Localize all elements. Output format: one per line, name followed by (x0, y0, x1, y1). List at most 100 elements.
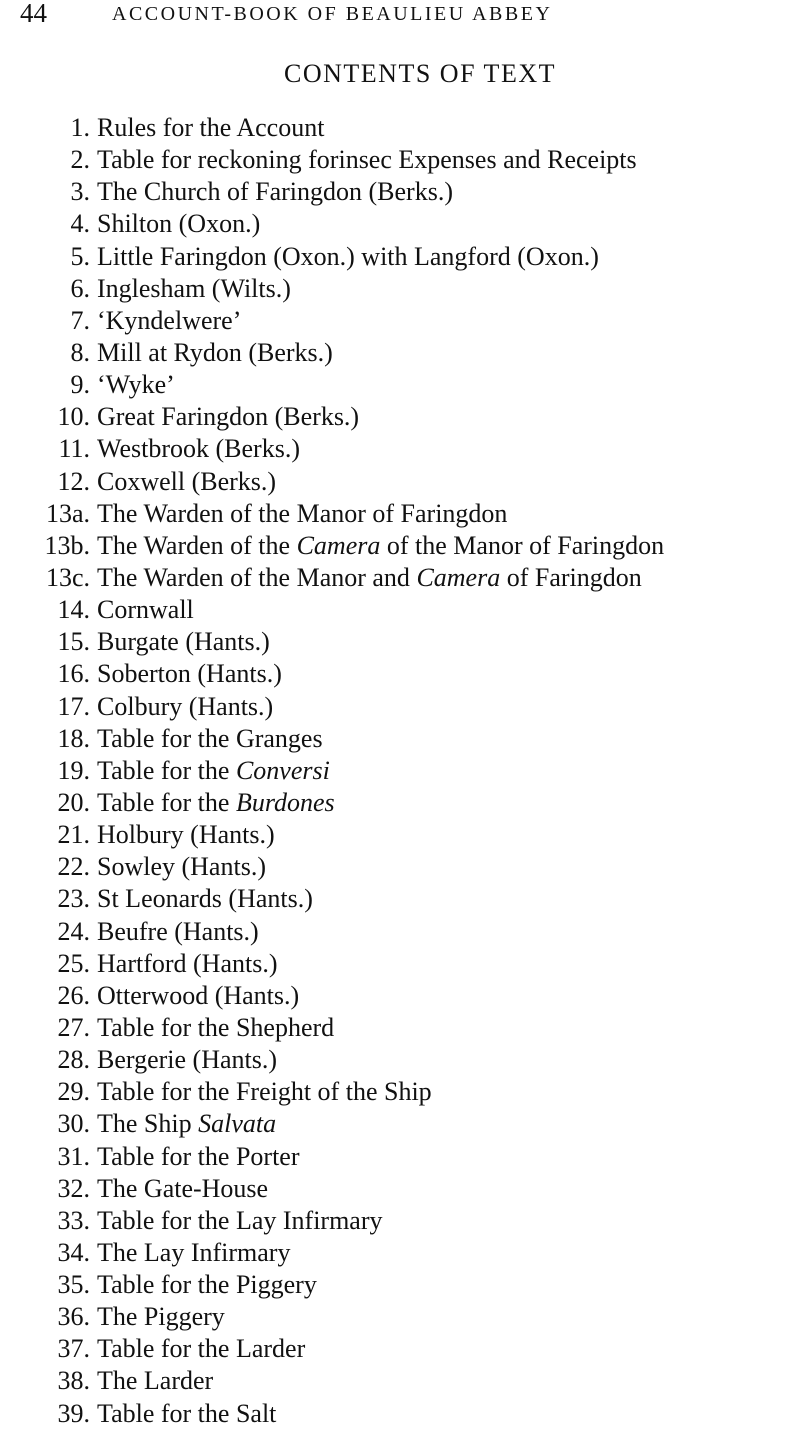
contents-entry: 38. The Larder (0, 1365, 800, 1397)
entry-number: 8. (70, 337, 91, 367)
entry-title-segment: of Faringdon (500, 562, 642, 592)
entry-title: Table for the Larder (97, 1333, 305, 1365)
entry-number: 32. (57, 1173, 91, 1203)
contents-entry: 33. Table for the Lay Infirmary (0, 1205, 800, 1237)
entry-title: Beufre (Hants.) (97, 916, 259, 948)
contents-entry: 3. The Church of Faringdon (Berks.) (0, 176, 800, 208)
entry-number: 2. (70, 145, 91, 175)
entry-title: Inglesham (Wilts.) (97, 273, 291, 305)
entry-title-segment: Table for the Salt (97, 1398, 277, 1428)
contents-entry: 1. Rules for the Account (0, 112, 800, 144)
entry-title-segment: Soberton (Hants.) (97, 659, 282, 689)
entry-title: Table for the Lay Infirmary (97, 1205, 383, 1237)
entry-title-segment: Coxwell (Berks.) (97, 466, 277, 496)
entry-title-segment: Table for the Piggery (97, 1270, 317, 1300)
entry-title: Mill at Rydon (Berks.) (97, 337, 333, 369)
entry-title: The Lay Infirmary (97, 1237, 290, 1269)
contents-entry: 24. Beufre (Hants.) (0, 916, 800, 948)
entry-number: 13a. (45, 498, 90, 528)
entry-title-segment: Sowley (Hants.) (97, 852, 266, 882)
entry-title-segment: The Gate-House (97, 1173, 269, 1203)
entry-title-segment: The Church of Faringdon (Berks.) (97, 177, 453, 207)
entry-number: 20. (57, 787, 91, 817)
entry-title: The Warden of the Manor of Faringdon (97, 498, 507, 530)
entry-number: 25. (57, 948, 91, 978)
contents-entry: 8. Mill at Rydon (Berks.) (0, 337, 800, 369)
entry-number: 1. (70, 113, 91, 142)
entry-title: Cornwall (97, 594, 194, 626)
entry-title: Shilton (Oxon.) (97, 208, 260, 240)
entry-title-segment: Holbury (Hants.) (97, 820, 275, 850)
entry-title: Table for the Burdones (97, 787, 335, 819)
entry-title: Table for the Piggery (97, 1269, 317, 1301)
contents-entry: 14. Cornwall (0, 594, 800, 626)
contents-entry: 30. The Ship Salvata (0, 1108, 800, 1140)
entry-title-italic: Burdones (235, 787, 335, 817)
entry-title: St Leonards (Hants.) (97, 883, 313, 915)
entry-title: Table for the Granges (97, 723, 323, 755)
entry-number: 26. (57, 980, 91, 1010)
entry-number: 5. (70, 241, 91, 271)
entry-title-segment: Hartford (Hants.) (97, 948, 278, 978)
contents-entry: 21. Holbury (Hants.) (0, 819, 800, 851)
entry-number: 23. (57, 884, 91, 914)
entry-title: Great Faringdon (Berks.) (97, 401, 359, 433)
contents-entry: 10. Great Faringdon (Berks.) (0, 401, 800, 433)
contents-list: 1. Rules for the Account 2. Table for recko… (0, 112, 800, 1430)
entry-number: 21. (57, 820, 91, 850)
entry-number: 24. (57, 916, 91, 946)
contents-entry: 29. Table for the Freight of the Ship (0, 1076, 800, 1108)
contents-entry: 19. Table for the Conversi (0, 755, 800, 787)
entry-title: The Warden of the Manor and Camera of Fa… (97, 562, 642, 594)
entry-number: 31. (57, 1141, 91, 1171)
contents-entry: 27. Table for the Shepherd (0, 1012, 800, 1044)
entry-number: 37. (57, 1334, 91, 1364)
entry-number: 30. (57, 1109, 91, 1139)
contents-entry: 11. Westbrook (Berks.) (0, 433, 800, 465)
entry-title: Holbury (Hants.) (97, 819, 275, 851)
page-number: 44 (20, 0, 47, 28)
entry-number: 12. (57, 466, 91, 496)
entry-title: Colbury (Hants.) (97, 691, 273, 723)
entry-title: Little Faringdon (Oxon.) with Langford (… (97, 241, 599, 273)
entry-title-segment: Little Faringdon (Oxon.) with Langford (… (97, 241, 599, 271)
entry-number: 27. (57, 1012, 91, 1042)
entry-title: The Ship Salvata (97, 1108, 276, 1140)
entry-title-segment: Table for the Lay Infirmary (97, 1205, 383, 1235)
entry-title: The Larder (97, 1365, 213, 1397)
contents-entry: 34. The Lay Infirmary (0, 1237, 800, 1269)
entry-number: 36. (57, 1302, 91, 1332)
entry-title-segment: The Warden of the (97, 530, 297, 560)
contents-entry: 39. Table for the Salt (0, 1398, 800, 1430)
entry-title: Table for the Conversi (97, 755, 330, 787)
contents-entry: 4. Shilton (Oxon.) (0, 208, 800, 240)
entry-title: The Church of Faringdon (Berks.) (97, 176, 453, 208)
entry-title: The Piggery (97, 1301, 225, 1333)
contents-entry: 13a. The Warden of the Manor of Faringdon (0, 498, 800, 530)
entry-number: 28. (57, 1045, 91, 1075)
entry-title-segment: The Larder (97, 1366, 214, 1396)
entry-title: Table for the Salt (97, 1398, 276, 1430)
entry-title-italic: Conversi (235, 755, 330, 785)
entry-number: 34. (57, 1237, 91, 1267)
entry-title: Westbrook (Berks.) (97, 433, 300, 465)
entry-title: Bergerie (Hants.) (97, 1044, 277, 1076)
entry-number: 29. (57, 1077, 91, 1107)
entry-title-italic: Camera (416, 562, 501, 592)
entry-number: 10. (57, 402, 91, 432)
contents-entry: 20. Table for the Burdones (0, 787, 800, 819)
entry-title: Otterwood (Hants.) (97, 980, 299, 1012)
entry-title: Table for reckoning forinsec Expenses an… (97, 144, 637, 176)
entry-number: 15. (57, 627, 91, 657)
contents-entry: 22. Sowley (Hants.) (0, 851, 800, 883)
running-title: ACCOUNT-BOOK OF BEAULIEU ABBEY (112, 3, 553, 25)
entry-title-segment: Rules for the Account (97, 113, 325, 142)
entry-title-segment: Table for the Shepherd (97, 1012, 335, 1042)
entry-title-segment: Table for the (97, 755, 236, 785)
entry-number: 35. (57, 1270, 91, 1300)
entry-title-segment: Cornwall (97, 595, 194, 625)
entry-title-segment: Westbrook (Berks.) (97, 434, 300, 464)
entry-title-segment: Table for the Larder (97, 1334, 306, 1364)
contents-entry: 37. Table for the Larder (0, 1333, 800, 1365)
entry-title-segment: The Ship (97, 1109, 199, 1139)
